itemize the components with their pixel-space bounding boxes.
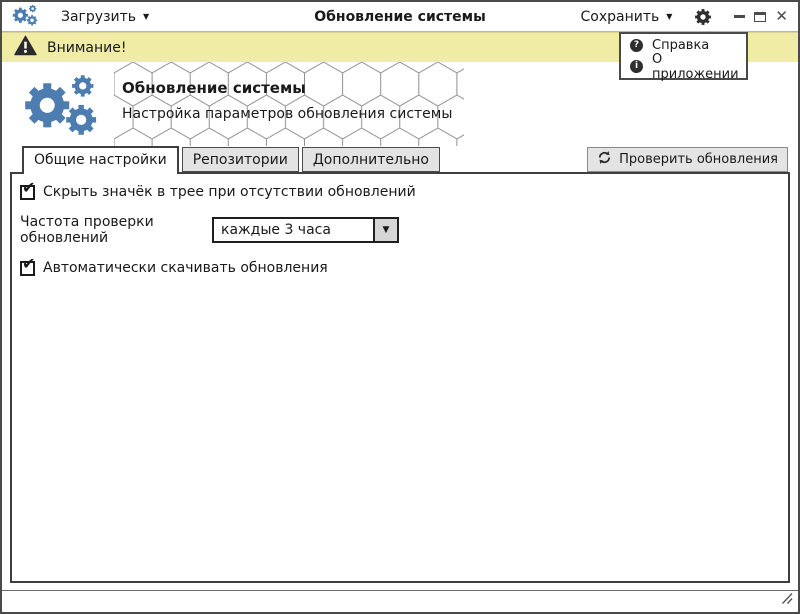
frequency-row: Частота проверки обновлений каждые 3 час… <box>20 214 780 246</box>
tab-general-settings[interactable]: Общие настройки <box>22 146 179 174</box>
save-menu-button[interactable]: Сохранить ▼ <box>581 9 673 25</box>
hide-tray-row: ✔ Скрыть значёк в трее при отсутствии об… <box>20 179 780 200</box>
frequency-select[interactable]: каждые 3 часа ▼ <box>212 217 399 243</box>
save-menu-label: Сохранить <box>580 8 660 25</box>
frequency-label: Частота проверки обновлений <box>20 214 154 246</box>
auto-download-label: Автоматически скачивать обновления <box>43 260 328 276</box>
checkmark-icon: ✔ <box>22 177 36 197</box>
titlebar: Обновление системы Загрузить ▼ Сохранить <box>2 2 798 32</box>
chevron-down-icon: ▼ <box>666 11 673 21</box>
hide-tray-checkbox[interactable]: ✔ <box>20 179 35 200</box>
tab-bar: Общие настройки Репозитории Дополнительн… <box>2 146 798 174</box>
gears-icon <box>22 73 108 140</box>
minimize-icon[interactable] <box>734 15 746 18</box>
resize-grip[interactable] <box>780 589 793 608</box>
save-dropdown-menu: ? Справка i О приложении <box>619 32 748 82</box>
load-menu-label: Загрузить <box>61 8 137 25</box>
chevron-down-icon: ▼ <box>143 11 150 21</box>
check-updates-button[interactable]: Проверить обновления <box>587 146 788 172</box>
page-subtitle: Настройка параметров обновления системы <box>122 106 453 122</box>
tab-repositories[interactable]: Репозитории <box>181 147 299 172</box>
auto-download-checkbox[interactable]: ✔ <box>20 255 35 276</box>
status-bar <box>2 590 798 612</box>
general-settings-panel: ✔ Скрыть значёк в трее при отсутствии об… <box>10 172 790 583</box>
hide-tray-label: Скрыть значёк в трее при отсутствии обно… <box>43 184 416 200</box>
app-window: Обновление системы Загрузить ▼ Сохранить <box>0 0 800 614</box>
maximize-icon[interactable] <box>754 11 767 22</box>
chevron-down-icon: ▼ <box>382 224 390 235</box>
auto-download-row: ✔ Автоматически скачивать обновления <box>20 255 780 276</box>
menu-item-label: О приложении <box>652 51 739 82</box>
check-updates-label: Проверить обновления <box>619 151 778 167</box>
frequency-dropdown-button[interactable]: ▼ <box>373 219 397 241</box>
refresh-icon <box>597 150 612 169</box>
close-icon[interactable]: ✕ <box>775 9 788 24</box>
tab-advanced[interactable]: Дополнительно <box>301 147 440 172</box>
menu-item-about[interactable]: i О приложении <box>621 52 746 82</box>
frequency-value: каждые 3 часа <box>221 222 331 238</box>
load-menu-button[interactable]: Загрузить ▼ <box>61 9 149 25</box>
window-controls: ✕ <box>734 9 788 24</box>
help-circle-icon: ? <box>630 39 643 52</box>
app-gears-icon <box>12 4 41 30</box>
settings-gear-icon[interactable] <box>694 8 712 26</box>
warning-text: Внимание! <box>47 39 127 56</box>
warning-triangle-icon <box>14 35 37 60</box>
checkmark-icon: ✔ <box>22 253 36 273</box>
info-circle-icon: i <box>630 60 643 73</box>
page-title: Обновление системы <box>122 79 306 97</box>
